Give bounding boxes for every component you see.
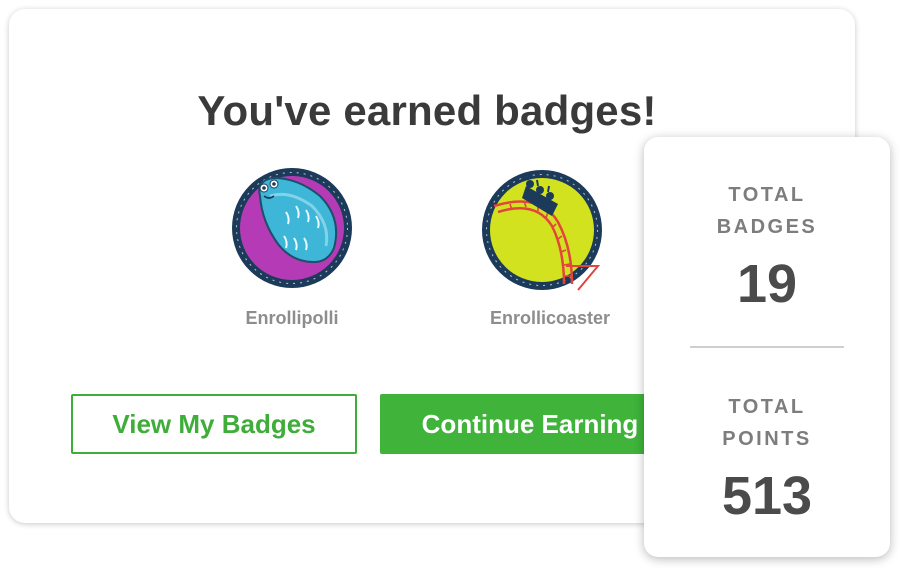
view-my-badges-button[interactable]: View My Badges — [71, 394, 357, 454]
badge-modal-stage: You've earned badges! Enrollipolli Enrol… — [0, 0, 900, 568]
total-points-value: 513 — [721, 466, 813, 526]
badge-enrollicoaster[interactable]: Enrollicoaster — [460, 166, 640, 329]
stats-panel: TOTAL BADGES 19 TOTAL POINTS 513 — [644, 137, 890, 557]
total-badges-value: 19 — [736, 254, 798, 314]
pillbug-badge-icon — [232, 168, 352, 288]
total-badges-label-line1: TOTAL — [728, 184, 806, 206]
continue-earning-button[interactable]: Continue Earning — [380, 394, 680, 454]
rollercoaster-badge-icon — [482, 170, 602, 291]
total-points-label-line2: POINTS — [722, 428, 812, 450]
badge-label: Enrollicoaster — [489, 308, 611, 328]
page-title: You've earned badges! — [197, 87, 657, 134]
total-badges-label-line2: BADGES — [716, 216, 818, 238]
badge-label: Enrollipolli — [245, 308, 339, 328]
total-points-label-line1: TOTAL — [728, 396, 806, 418]
badge-enrollipolli[interactable]: Enrollipolli — [202, 166, 382, 329]
stats-divider — [690, 346, 844, 348]
